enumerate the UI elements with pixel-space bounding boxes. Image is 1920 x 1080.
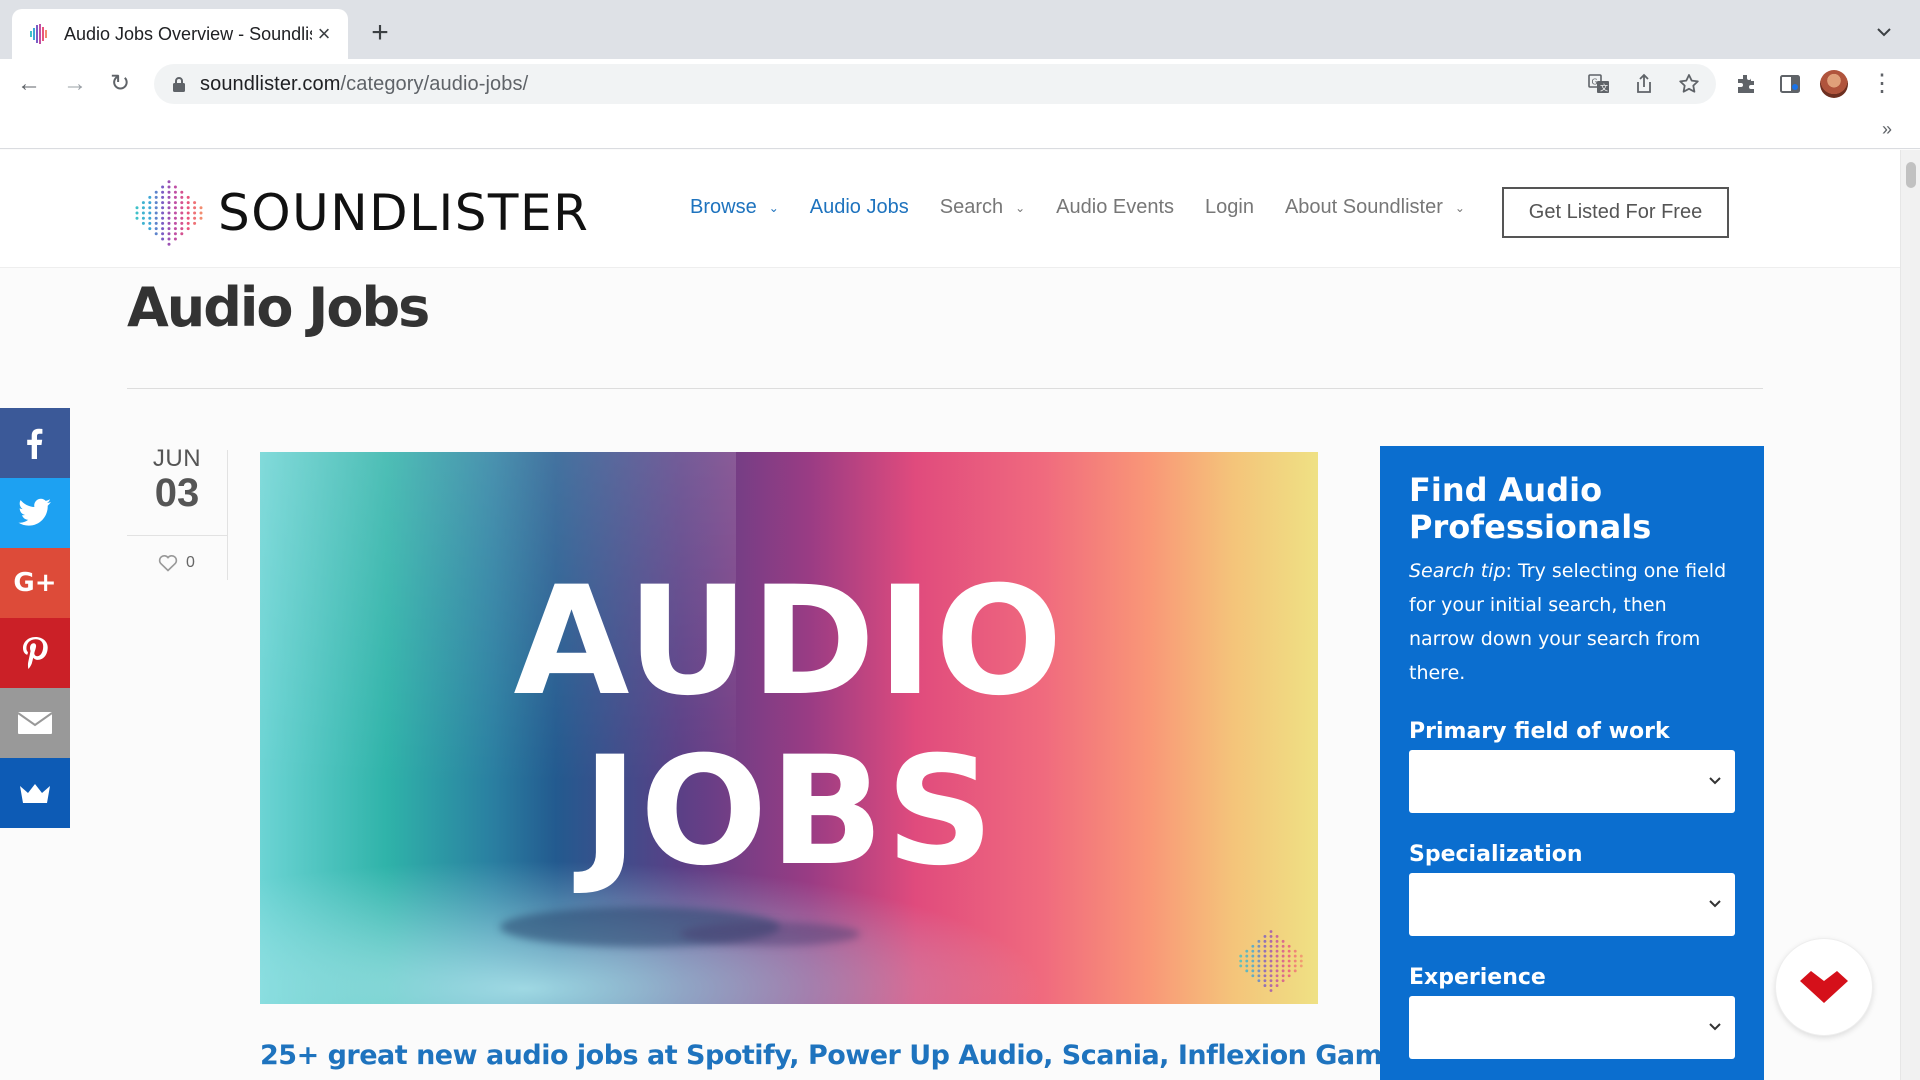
main-navigation: Browse ⌄ Audio Jobs Search ⌄ Audio Events …	[690, 196, 1496, 219]
twitter-icon	[18, 498, 51, 526]
svg-text:文: 文	[1600, 83, 1608, 93]
svg-text:G: G	[1592, 78, 1598, 87]
reload-button[interactable]: ↻	[105, 69, 135, 99]
primary-field-select[interactable]	[1409, 750, 1735, 813]
chevron-down-icon	[1709, 1023, 1721, 1031]
tab-close-icon[interactable]: ×	[312, 22, 336, 46]
post-date-day: 03	[154, 471, 200, 515]
crown-icon	[20, 784, 50, 803]
back-button[interactable]: ←	[14, 69, 44, 99]
pinterest-share-button[interactable]	[0, 618, 70, 688]
site-logo[interactable]: SOUNDLISTER	[132, 176, 589, 250]
chevron-down-icon: ⌄	[768, 200, 779, 215]
date-divider	[127, 535, 227, 536]
url-host: soundlister.com	[200, 72, 341, 95]
featured-image[interactable]: AUDIO JOBS	[260, 452, 1318, 1004]
chevron-down-icon: ⌄	[1454, 200, 1465, 215]
post-date-month: JUN	[152, 445, 202, 472]
specialization-label: Specialization	[1409, 842, 1583, 867]
bookmarks-overflow-icon[interactable]: »	[1882, 119, 1892, 140]
soundlister-logo-icon	[132, 176, 206, 250]
specialization-select[interactable]	[1409, 873, 1735, 936]
page-scrollbar[interactable]	[1900, 150, 1920, 1080]
heart-icon	[158, 555, 178, 572]
google-plus-share-button[interactable]: G+	[0, 548, 70, 618]
google-plus-icon: G+	[13, 568, 57, 598]
chevron-down-icon	[1709, 777, 1721, 785]
email-icon	[17, 712, 53, 734]
primary-field-label: Primary field of work	[1409, 719, 1670, 744]
sidepanel-icon[interactable]	[1778, 72, 1802, 96]
chevron-down-icon: ⌄	[1015, 200, 1026, 215]
nav-audio-events[interactable]: Audio Events	[1056, 196, 1174, 219]
browser-toolbar: ← → ↻ soundlister.com/category/audio-job…	[0, 59, 1920, 109]
post-date: JUN 03	[127, 445, 227, 513]
extensions-icon[interactable]	[1734, 72, 1758, 96]
scrollbar-thumb[interactable]	[1906, 162, 1916, 188]
translate-icon[interactable]: G文	[1587, 72, 1611, 96]
lock-icon[interactable]	[172, 76, 186, 92]
soundlister-watermark-icon	[1236, 926, 1306, 996]
post-title-link[interactable]: 25+ great new audio jobs at Spotify, Pow…	[260, 1040, 1483, 1071]
new-tab-button[interactable]: +	[364, 18, 396, 50]
logo-text: SOUNDLISTER	[218, 184, 590, 242]
chevron-down-icon	[1709, 900, 1721, 908]
star-icon[interactable]	[1677, 72, 1701, 96]
web-page: SOUNDLISTER Browse ⌄ Audio Jobs Search ⌄ A…	[0, 150, 1900, 1080]
nav-search-label: Search	[939, 196, 1004, 218]
date-vertical-divider	[227, 450, 228, 580]
red-badge-icon	[1800, 971, 1848, 1003]
like-button[interactable]: 0	[158, 554, 195, 572]
facebook-icon	[27, 428, 43, 459]
nav-browse[interactable]: Browse ⌄	[690, 196, 779, 219]
social-share-bar: G+	[0, 408, 70, 828]
nav-about[interactable]: About Soundlister ⌄	[1285, 196, 1465, 219]
address-bar[interactable]: soundlister.com/category/audio-jobs/	[154, 64, 1716, 104]
nav-audio-jobs[interactable]: Audio Jobs	[810, 196, 909, 219]
nav-about-label: About Soundlister	[1284, 196, 1443, 218]
nav-audio-jobs-label: Audio Jobs	[809, 196, 909, 218]
nav-browse-label: Browse	[690, 196, 757, 218]
widget-heading: Find Audio Professionals	[1409, 471, 1652, 546]
search-tip: Search tip: Try selecting one field for …	[1409, 554, 1735, 690]
image-text-jobs: JOBS	[582, 725, 996, 899]
nav-login[interactable]: Login	[1205, 196, 1254, 219]
profile-avatar[interactable]	[1820, 70, 1848, 98]
page-title: Audio Jobs	[127, 276, 430, 339]
facebook-share-button[interactable]	[0, 408, 70, 478]
floating-badge-button[interactable]	[1775, 938, 1873, 1036]
title-divider	[127, 388, 1763, 389]
soundlister-favicon	[28, 23, 50, 45]
find-professionals-widget: Find Audio Professionals Search tip: Try…	[1380, 446, 1764, 1080]
tab-search-icon[interactable]	[1872, 20, 1896, 44]
sumo-share-button[interactable]	[0, 758, 70, 828]
browser-tab[interactable]: Audio Jobs Overview - Soundlister ×	[12, 9, 348, 59]
image-text-audio: AUDIO	[513, 555, 1065, 729]
experience-select[interactable]	[1409, 996, 1735, 1059]
url-path: /category/audio-jobs/	[340, 72, 529, 95]
menu-icon[interactable]: ⋮	[1870, 70, 1894, 98]
search-tip-label: Search tip	[1409, 560, 1506, 582]
tab-title: Audio Jobs Overview - Soundlister	[64, 23, 312, 44]
nav-login-label: Login	[1205, 196, 1254, 218]
browser-tab-strip: Audio Jobs Overview - Soundlister × +	[0, 0, 1920, 59]
url-text[interactable]: soundlister.com/category/audio-jobs/	[200, 73, 528, 96]
pinterest-icon	[23, 637, 48, 669]
bookmarks-bar: »	[0, 109, 1920, 149]
share-icon[interactable]	[1632, 72, 1656, 96]
forward-button[interactable]: →	[60, 69, 90, 99]
email-share-button[interactable]	[0, 688, 70, 758]
twitter-share-button[interactable]	[0, 478, 70, 548]
experience-label: Experience	[1409, 965, 1546, 990]
site-header: SOUNDLISTER Browse ⌄ Audio Jobs Search ⌄ A…	[0, 150, 1900, 268]
like-count: 0	[186, 554, 195, 571]
nav-audio-events-label: Audio Events	[1056, 196, 1175, 218]
nav-search[interactable]: Search ⌄	[940, 196, 1025, 219]
image-cloud	[680, 922, 860, 946]
get-listed-button[interactable]: Get Listed For Free	[1502, 187, 1729, 238]
